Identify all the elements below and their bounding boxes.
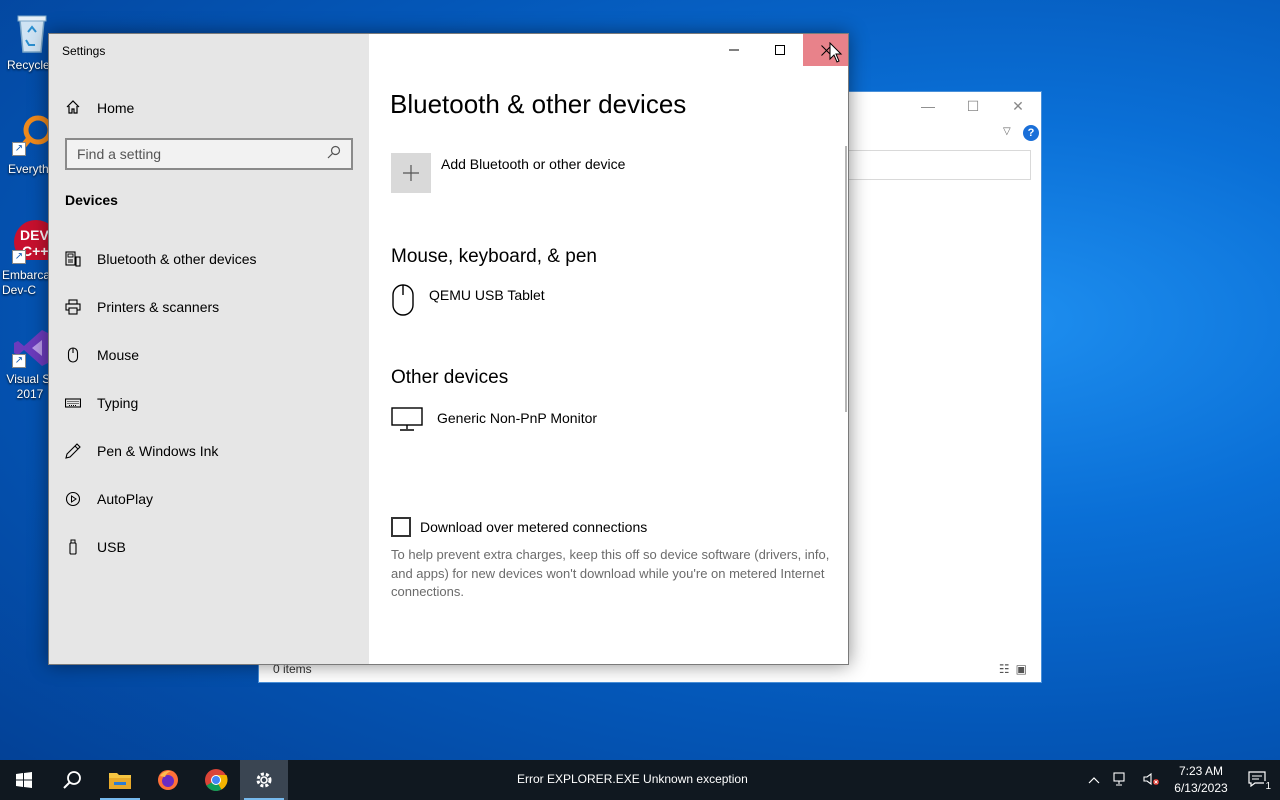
plus-icon: [391, 153, 431, 193]
notification-count-badge: 1: [1264, 780, 1272, 792]
window-title: Settings: [62, 44, 106, 58]
maximize-button[interactable]: [757, 34, 803, 66]
shortcut-arrow-icon: ↗: [12, 250, 26, 264]
bluetooth-devices-icon: [65, 251, 81, 267]
mouse-cursor-icon: [829, 41, 843, 69]
minimize-button[interactable]: [711, 34, 757, 66]
content-scrollbar[interactable]: [845, 146, 847, 412]
usb-icon: [65, 539, 81, 555]
view-mode-icons[interactable]: ☷▣: [999, 662, 1033, 676]
nav-item-mouse[interactable]: Mouse: [49, 331, 369, 379]
gear-icon: [256, 772, 272, 788]
clock-time: 7:23 AM: [1178, 764, 1224, 778]
checkbox-box[interactable]: [391, 517, 411, 537]
chevron-up-icon[interactable]: [1082, 773, 1106, 787]
nav-item-label: Bluetooth & other devices: [97, 251, 257, 267]
nav-item-bluetooth[interactable]: Bluetooth & other devices: [49, 235, 369, 283]
explorer-close-button[interactable]: ✕: [1003, 98, 1033, 115]
search-button[interactable]: [48, 760, 96, 800]
page-title: Bluetooth & other devices: [390, 89, 687, 119]
settings-search-input[interactable]: [77, 146, 327, 162]
nav-home[interactable]: Home: [65, 96, 134, 120]
group-title-other-devices: Other devices: [391, 367, 509, 388]
nav-item-label: Printers & scanners: [97, 299, 220, 315]
notification-icon: [1248, 770, 1266, 787]
shortcut-arrow-icon: ↗: [12, 142, 26, 156]
system-tray: 7:23 AM 6/13/2023 1: [1082, 760, 1280, 800]
nav-item-typing[interactable]: Typing: [49, 379, 369, 427]
nav-item-label: Pen & Windows Ink: [97, 443, 219, 459]
network-icon[interactable]: [1106, 771, 1136, 790]
devices-nav-list: Bluetooth & other devices Printers & sca…: [49, 235, 369, 571]
nav-home-label: Home: [97, 100, 135, 116]
nav-item-label: USB: [97, 539, 126, 555]
mouse-icon: [391, 284, 415, 321]
search-icon[interactable]: [327, 145, 341, 164]
firefox-icon: [158, 770, 178, 790]
device-name: Generic Non-PnP Monitor: [437, 410, 598, 426]
clock-date: 6/13/2023: [1174, 781, 1228, 795]
device-item-qemu-tablet[interactable]: QEMU USB Tablet: [391, 284, 545, 321]
group-title-mouse-keyboard-pen: Mouse, keyboard, & pen: [391, 246, 597, 267]
search-icon: [63, 771, 81, 789]
nav-item-label: Typing: [97, 395, 139, 411]
start-button[interactable]: [0, 760, 48, 800]
pen-icon: [65, 443, 81, 459]
checkbox-label: Download over metered connections: [420, 519, 648, 535]
nav-item-autoplay[interactable]: AutoPlay: [49, 475, 369, 523]
nav-item-usb[interactable]: USB: [49, 523, 369, 571]
add-device-button[interactable]: Add Bluetooth or other device: [391, 153, 625, 193]
settings-search-box[interactable]: [65, 138, 353, 170]
taskbar-clock[interactable]: 7:23 AM 6/13/2023: [1166, 763, 1236, 797]
windows-logo-icon: [16, 772, 32, 788]
help-icon[interactable]: ?: [1023, 125, 1039, 141]
taskbar-settings[interactable]: [240, 760, 288, 800]
taskbar-chrome[interactable]: [192, 760, 240, 800]
add-device-label: Add Bluetooth or other device: [441, 156, 626, 172]
mouse-icon: [65, 347, 81, 363]
taskbar-firefox[interactable]: [144, 760, 192, 800]
keyboard-icon: [65, 395, 81, 411]
settings-window[interactable]: Settings Home Devices Bluetooth & other …: [48, 33, 849, 665]
monitor-icon: [391, 407, 423, 436]
device-name: QEMU USB Tablet: [429, 287, 545, 303]
explorer-search-field[interactable]: [847, 150, 1031, 180]
settings-content: Bluetooth & other devices Add Bluetooth …: [369, 34, 848, 664]
chevron-down-icon[interactable]: ▽: [1003, 126, 1011, 137]
taskbar-file-explorer[interactable]: [96, 760, 144, 800]
action-center-button[interactable]: 1: [1236, 770, 1280, 792]
device-item-generic-monitor[interactable]: Generic Non-PnP Monitor: [391, 407, 597, 436]
metered-connections-checkbox[interactable]: Download over metered connections: [391, 517, 647, 537]
home-icon: [65, 99, 81, 118]
metered-help-text: To help prevent extra charges, keep this…: [391, 547, 830, 599]
nav-item-label: AutoPlay: [97, 491, 154, 507]
nav-item-pen[interactable]: Pen & Windows Ink: [49, 427, 369, 475]
printer-icon: [65, 299, 81, 315]
autoplay-icon: [65, 491, 81, 507]
section-label-devices: Devices: [65, 192, 118, 208]
explorer-maximize-button[interactable]: ☐: [958, 98, 988, 115]
explorer-minimize-button[interactable]: —: [913, 98, 943, 114]
nav-item-label: Mouse: [97, 347, 140, 363]
taskbar-error-message: Error EXPLORER.EXE Unknown exception: [517, 772, 748, 786]
chrome-icon: [205, 769, 228, 791]
volume-muted-icon[interactable]: [1136, 771, 1166, 790]
folder-icon: [109, 773, 131, 789]
settings-sidebar: Settings Home Devices Bluetooth & other …: [49, 34, 369, 664]
svg-text:DEV: DEV: [20, 227, 49, 243]
shortcut-arrow-icon: ↗: [12, 354, 26, 368]
nav-item-printers[interactable]: Printers & scanners: [49, 283, 369, 331]
taskbar: Error EXPLORER.EXE Unknown exception 7:2…: [0, 760, 1280, 800]
